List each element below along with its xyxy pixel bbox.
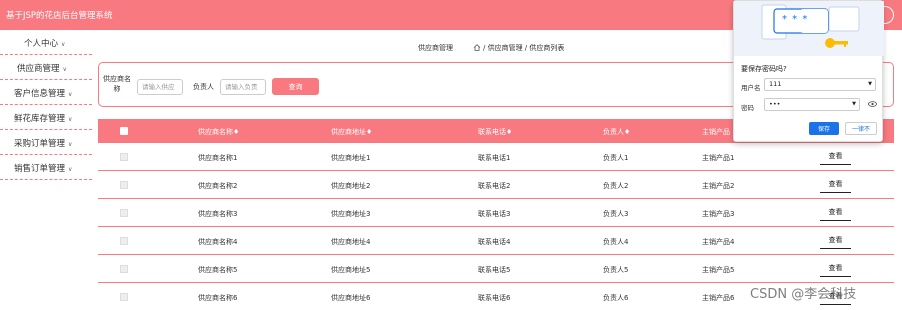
row-checkbox[interactable] bbox=[120, 153, 128, 161]
username-value: 111 bbox=[769, 80, 782, 88]
cell-product: 主销产品5 bbox=[702, 266, 735, 274]
password-field[interactable]: ••• ▼ bbox=[764, 98, 860, 111]
view-button[interactable]: 查看 bbox=[820, 232, 851, 249]
cell-name: 供应商名称2 bbox=[198, 182, 238, 190]
cell-name: 供应商名称5 bbox=[198, 266, 238, 274]
contact-input[interactable] bbox=[220, 79, 266, 95]
chevron-down-icon: ∨ bbox=[68, 166, 73, 173]
cell-phone: 联系电话1 bbox=[478, 154, 511, 162]
row-checkbox[interactable] bbox=[120, 237, 128, 245]
cell-phone: 联系电话2 bbox=[478, 182, 511, 190]
dropdown-icon: ▼ bbox=[868, 81, 872, 87]
dropdown-icon: ▼ bbox=[852, 101, 856, 107]
sidebar-item-label: 销售订单管理 bbox=[14, 164, 66, 174]
sidebar-item-label: 鲜花库存管理 bbox=[14, 114, 66, 124]
password-value: ••• bbox=[769, 100, 781, 108]
chevron-down-icon: ∨ bbox=[68, 116, 73, 123]
chevron-down-icon: ∨ bbox=[68, 141, 73, 148]
row-checkbox[interactable] bbox=[120, 293, 128, 301]
cell-name: 供应商名称4 bbox=[198, 238, 238, 246]
column-header-name[interactable]: 供应商名称♦ bbox=[198, 127, 239, 137]
cell-address: 供应商地址6 bbox=[331, 294, 371, 302]
view-button[interactable]: 查看 bbox=[820, 176, 851, 193]
sidebar-item-profile[interactable]: 个人中心 ∨ bbox=[0, 30, 92, 55]
cell-product: 主销产品6 bbox=[702, 294, 735, 302]
column-header-phone[interactable]: 联系电话♦ bbox=[478, 127, 512, 137]
save-password-button[interactable]: 保存 bbox=[809, 122, 839, 135]
sidebar-item-label: 客户信息管理 bbox=[14, 89, 66, 99]
sidebar-item-label: 供应商管理 bbox=[17, 64, 60, 74]
supplier-name-label: 供应商名称 bbox=[103, 75, 131, 93]
cell-product: 主销产品3 bbox=[702, 210, 735, 218]
cell-contact: 负责人3 bbox=[603, 210, 629, 218]
cell-name: 供应商名称1 bbox=[198, 154, 238, 162]
sidebar: 个人中心 ∨ 供应商管理 ∨ 客户信息管理 ∨ 鲜花库存管理 ∨ 采购订单管理 ∨ 销售订… bbox=[0, 30, 92, 310]
row-checkbox[interactable] bbox=[120, 181, 128, 189]
never-save-button[interactable]: 一律不 bbox=[845, 122, 877, 135]
chevron-down-icon: ∨ bbox=[62, 66, 67, 73]
contact-label: 负责人 bbox=[193, 83, 214, 91]
sidebar-item-label: 个人中心 bbox=[24, 39, 59, 49]
cell-phone: 联系电话6 bbox=[478, 294, 511, 302]
cell-contact: 负责人6 bbox=[603, 294, 629, 302]
password-dots: * * * bbox=[782, 14, 809, 25]
table-row: 供应商名称2 供应商地址2 联系电话2 负责人2 主销产品2 查看 bbox=[98, 171, 894, 199]
row-checkbox[interactable] bbox=[120, 265, 128, 273]
view-button[interactable]: 查看 bbox=[820, 260, 851, 277]
cell-name: 供应商名称3 bbox=[198, 210, 238, 218]
sidebar-item-supplier[interactable]: 供应商管理 ∨ bbox=[0, 55, 92, 80]
table-row: 供应商名称4 供应商地址4 联系电话4 负责人4 主销产品4 查看 bbox=[98, 227, 894, 255]
sidebar-item-sales[interactable]: 销售订单管理 ∨ bbox=[0, 155, 92, 180]
chevron-down-icon: ∨ bbox=[68, 91, 73, 98]
save-password-dialog: * * * 要保存密码吗? 用户名 111 ▼ 密码 ••• ▼ 保存 一律不 bbox=[733, 0, 884, 142]
cell-contact: 负责人5 bbox=[603, 266, 629, 274]
breadcrumb: / 供应商管理 / 供应商列表 bbox=[473, 43, 564, 53]
row-checkbox[interactable] bbox=[120, 209, 128, 217]
home-icon[interactable] bbox=[473, 44, 481, 51]
table-row: 供应商名称3 供应商地址3 联系电话3 负责人3 主销产品3 查看 bbox=[98, 199, 894, 227]
view-button[interactable]: 查看 bbox=[820, 204, 851, 221]
table-row: 供应商名称5 供应商地址5 联系电话5 负责人5 主销产品5 查看 bbox=[98, 255, 894, 283]
cell-phone: 联系电话5 bbox=[478, 266, 511, 274]
select-all-checkbox[interactable] bbox=[120, 127, 128, 135]
supplier-name-input[interactable] bbox=[137, 79, 183, 95]
column-header-contact[interactable]: 负责人♦ bbox=[603, 127, 630, 137]
app-title: 基于JSP的花店后台管理系统 bbox=[6, 11, 113, 21]
cell-contact: 负责人4 bbox=[603, 238, 629, 246]
table-row: 供应商名称1 供应商地址1 联系电话1 负责人1 主销产品1 查看 bbox=[98, 143, 894, 171]
view-button[interactable]: 查看 bbox=[820, 148, 851, 165]
cell-phone: 联系电话4 bbox=[478, 238, 511, 246]
sidebar-item-customer[interactable]: 客户信息管理 ∨ bbox=[0, 80, 92, 105]
cell-address: 供应商地址3 bbox=[331, 210, 371, 218]
cell-product: 主销产品2 bbox=[702, 182, 735, 190]
password-label: 密码 bbox=[741, 104, 754, 112]
cell-contact: 负责人1 bbox=[603, 154, 629, 162]
username-label: 用户名 bbox=[741, 84, 761, 92]
page-title: 供应商管理 bbox=[418, 44, 453, 52]
sidebar-item-inventory[interactable]: 鲜花库存管理 ∨ bbox=[0, 105, 92, 130]
cell-contact: 负责人2 bbox=[603, 182, 629, 190]
column-header-address[interactable]: 供应商地址♦ bbox=[331, 127, 372, 137]
eye-icon[interactable] bbox=[868, 101, 877, 107]
cell-address: 供应商地址5 bbox=[331, 266, 371, 274]
breadcrumb-path: / 供应商管理 / 供应商列表 bbox=[483, 44, 565, 52]
cell-phone: 联系电话3 bbox=[478, 210, 511, 218]
username-field[interactable]: 111 ▼ bbox=[764, 78, 876, 91]
cell-product: 主销产品4 bbox=[702, 238, 735, 246]
watermark: CSDN @李会科技 bbox=[750, 287, 857, 302]
sidebar-item-label: 采购订单管理 bbox=[14, 139, 66, 149]
column-header-product: 主销产品 bbox=[702, 128, 730, 136]
chevron-down-icon: ∨ bbox=[61, 41, 66, 48]
cell-address: 供应商地址4 bbox=[331, 238, 371, 246]
cell-address: 供应商地址2 bbox=[331, 182, 371, 190]
sidebar-item-purchase[interactable]: 采购订单管理 ∨ bbox=[0, 130, 92, 155]
dialog-title: 要保存密码吗? bbox=[741, 65, 787, 73]
cell-product: 主销产品1 bbox=[702, 154, 735, 162]
cell-address: 供应商地址1 bbox=[331, 154, 371, 162]
cell-name: 供应商名称6 bbox=[198, 294, 238, 302]
password-illustration bbox=[734, 1, 884, 56]
search-button[interactable]: 查询 bbox=[272, 78, 319, 95]
